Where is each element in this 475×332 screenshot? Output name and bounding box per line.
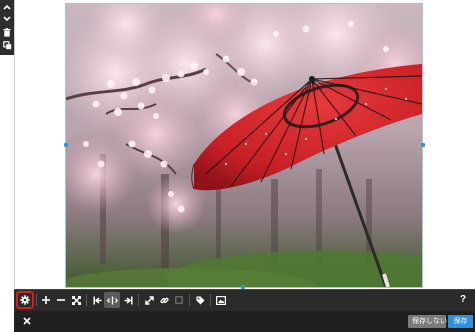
- fit-button[interactable]: [68, 292, 84, 308]
- tag-icon: [196, 296, 204, 304]
- image-properties-button[interactable]: [213, 292, 229, 308]
- close-icon: [23, 317, 31, 325]
- trash-icon: [3, 27, 11, 37]
- image-toolbar: ?: [14, 289, 475, 311]
- zoom-in-button[interactable]: [38, 292, 54, 308]
- tag-button[interactable]: [192, 292, 208, 308]
- resize-button[interactable]: [141, 292, 157, 308]
- chevron-down-icon: [3, 16, 11, 22]
- toolbar-separator: [138, 294, 139, 306]
- move-up-button[interactable]: [0, 1, 14, 13]
- help-icon: ?: [459, 294, 467, 305]
- gear-icon: [20, 295, 30, 305]
- dont-save-button[interactable]: 保存しない: [408, 315, 447, 328]
- image-editor: ? 保存しない 保存: [0, 0, 475, 332]
- fit-icon: [71, 295, 81, 305]
- help-button[interactable]: ?: [455, 292, 471, 308]
- crop-button[interactable]: [171, 292, 187, 308]
- crop-icon: [175, 296, 183, 304]
- editor-footer: 保存しない 保存: [14, 311, 475, 332]
- toolbar-separator: [86, 294, 87, 306]
- duplicate-button[interactable]: [0, 39, 14, 51]
- toolbar-separator: [36, 294, 37, 306]
- align-center-button[interactable]: [104, 292, 120, 308]
- minus-icon: [57, 299, 65, 301]
- align-center-icon: [106, 296, 118, 304]
- align-right-button[interactable]: [120, 292, 136, 308]
- save-button[interactable]: 保存: [448, 315, 473, 328]
- move-down-button[interactable]: [0, 13, 14, 25]
- image-icon: [216, 295, 226, 305]
- close-button[interactable]: [20, 314, 34, 328]
- align-left-button[interactable]: [89, 292, 105, 308]
- editable-image[interactable]: [66, 4, 422, 287]
- plus-icon: [42, 296, 50, 304]
- align-right-icon: [124, 296, 132, 304]
- settings-button[interactable]: [16, 291, 34, 309]
- photo-red-umbrella-cherry-blossoms: [66, 4, 422, 287]
- zoom-out-button[interactable]: [53, 292, 69, 308]
- align-left-icon: [93, 296, 101, 304]
- copy-icon: [2, 40, 11, 49]
- block-tool-strip: [0, 0, 14, 55]
- toolbar-separator: [189, 294, 190, 306]
- chevron-up-icon: [3, 4, 11, 10]
- delete-button[interactable]: [0, 26, 14, 38]
- link-button[interactable]: [156, 292, 172, 308]
- resize-handle-left[interactable]: [64, 143, 68, 147]
- link-icon: [159, 297, 169, 303]
- resize-icon: [144, 295, 154, 305]
- toolbar-separator: [210, 294, 211, 306]
- resize-handle-right[interactable]: [421, 143, 425, 147]
- canvas-edge: [14, 0, 15, 288]
